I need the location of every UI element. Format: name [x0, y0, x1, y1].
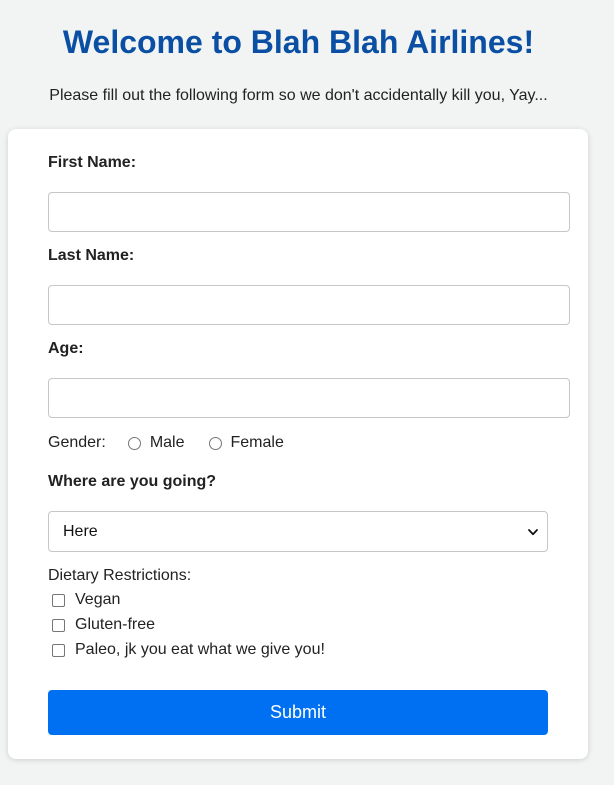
chevron-down-icon	[527, 526, 539, 538]
page-title: Welcome to Blah Blah Airlines!	[62, 24, 535, 60]
female-radio[interactable]	[208, 436, 222, 450]
vegan-checkbox[interactable]	[52, 593, 65, 607]
male-radio-label: Male	[149, 434, 185, 451]
paleo-checkbox[interactable]	[52, 643, 65, 657]
dietary-option-vegan[interactable]: Vegan	[52, 590, 120, 610]
gender-option-female[interactable]: Female	[208, 433, 284, 453]
dietary-option-paleo[interactable]: Paleo, jk you eat what we give you!	[52, 640, 325, 660]
paleo-label: Paleo, jk you eat what we give you!	[75, 641, 325, 658]
male-radio[interactable]	[127, 436, 141, 450]
destination-select[interactable]: Here	[48, 511, 548, 552]
first-name-label: First Name:	[48, 154, 137, 171]
submit-button[interactable]: Submit	[48, 690, 548, 735]
gluten-free-label: Gluten-free	[75, 616, 156, 633]
last-name-input[interactable]	[48, 285, 570, 325]
destination-selected-value: Here	[63, 522, 98, 540]
gender-label: Gender:	[48, 434, 106, 451]
female-radio-label: Female	[230, 434, 284, 451]
gluten-free-checkbox[interactable]	[52, 618, 65, 632]
dietary-label: Dietary Restrictions:	[48, 567, 192, 584]
age-input[interactable]	[48, 378, 570, 418]
first-name-input[interactable]	[48, 192, 570, 232]
last-name-label: Last Name:	[48, 247, 135, 264]
dietary-option-gluten-free[interactable]: Gluten-free	[52, 615, 155, 635]
gender-field: Gender: Male Female	[48, 432, 308, 454]
vegan-label: Vegan	[75, 591, 121, 608]
gender-option-male[interactable]: Male	[127, 433, 185, 453]
intro-text: Please fill out the following form so we…	[49, 87, 548, 104]
form-card: First Name: Last Name: Age: Gender: Male…	[8, 129, 588, 759]
age-label: Age:	[48, 340, 84, 357]
destination-label: Where are you going?	[48, 473, 217, 490]
